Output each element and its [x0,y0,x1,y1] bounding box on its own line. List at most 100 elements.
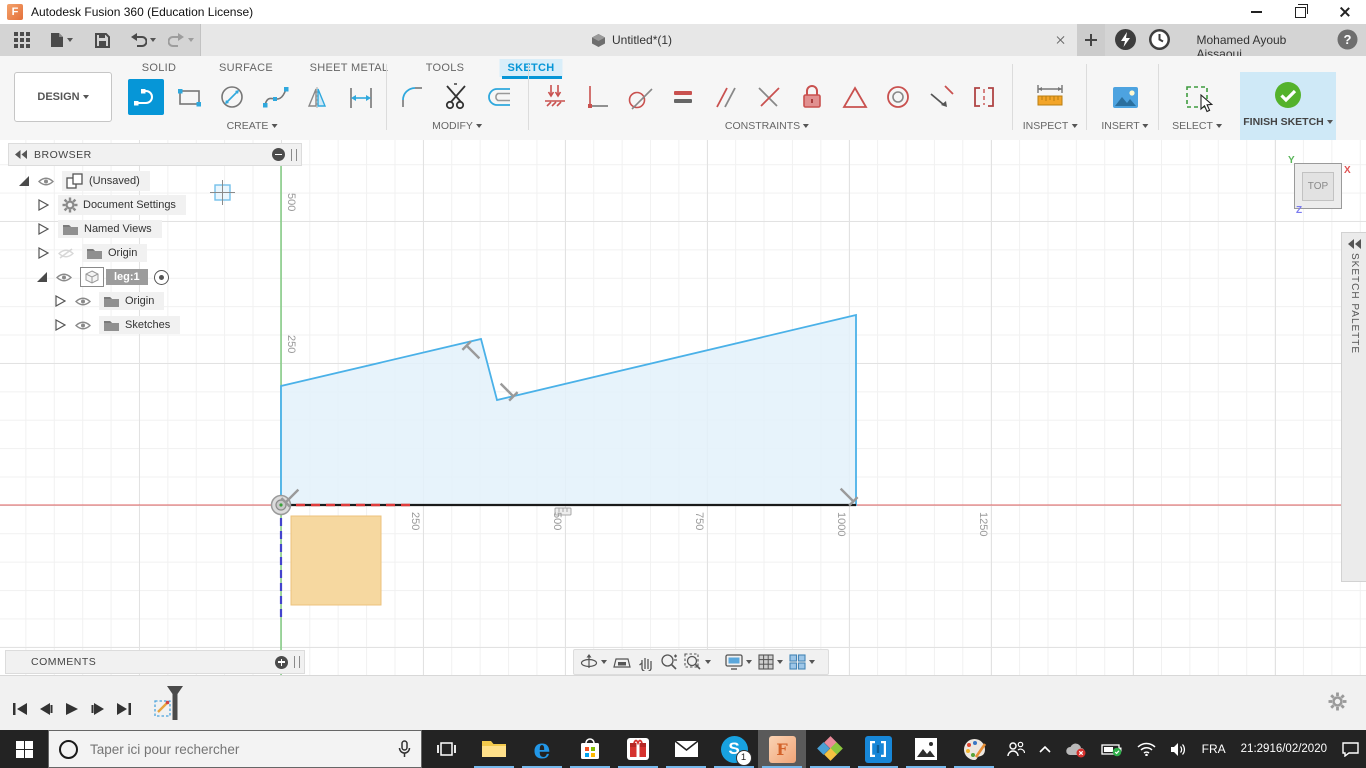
taskbar-mail[interactable] [662,730,710,768]
sketch-palette-strip[interactable]: SKETCH PALETTE [1341,232,1366,582]
group-create[interactable]: CREATE [227,120,278,132]
clock[interactable]: 21:29 16/02/2020 [1233,730,1335,768]
browser-row-origin[interactable]: Origin [38,242,148,264]
group-insert[interactable]: INSERT [1101,120,1149,132]
browser-item-label[interactable]: Origin [125,295,154,307]
finish-sketch-button[interactable]: FINISH SKETCH [1240,72,1336,140]
browser-row-leg1[interactable]: leg:1 [36,266,169,288]
sketch-canvas[interactable]: 250 500 750 1000 1250 500 250 [0,140,1366,675]
tab-solid[interactable]: SOLID [134,59,185,77]
extensions-button[interactable] [1114,28,1137,51]
viewcube-top-face[interactable]: TOP [1301,171,1335,201]
workspace-selector[interactable]: DESIGN [14,72,112,122]
eye-icon[interactable] [38,176,54,187]
browser-item-label[interactable]: (Unsaved) [89,175,140,187]
minimize-button[interactable] [1234,0,1278,24]
restore-button[interactable] [1278,0,1322,24]
constraint-curvature-button[interactable] [966,79,1002,115]
help-button[interactable]: ? [1337,29,1358,50]
constraint-collinear-button[interactable] [751,79,787,115]
group-select[interactable]: SELECT [1172,120,1222,132]
taskbar-store[interactable] [566,730,614,768]
orange-profile-square[interactable] [290,515,382,606]
eye-icon[interactable] [56,272,72,283]
taskbar-photos[interactable] [902,730,950,768]
taskbar-search[interactable] [48,730,422,768]
timeline-settings-gear-icon[interactable] [1328,692,1347,711]
expanded-arrow-icon[interactable] [36,271,48,283]
constraint-concentric-button[interactable] [880,79,916,115]
constraint-equal-button[interactable] [665,79,701,115]
browser-item-label[interactable]: Origin [108,247,137,259]
grid-snap-button[interactable] [756,654,785,670]
new-tab-button[interactable] [1077,24,1105,56]
browser-item-label[interactable]: Sketches [125,319,170,331]
collapsed-arrow-icon[interactable] [55,319,66,331]
spline-tool-button[interactable] [257,79,293,115]
rectangle-tool-button[interactable] [171,79,207,115]
constraint-horizontal-vertical-button[interactable] [537,79,573,115]
circle-tool-button[interactable] [214,79,250,115]
timeline-sketch-feature[interactable] [154,686,188,726]
browser-row-leg-origin[interactable]: Origin [55,290,165,312]
viewcube[interactable]: TOP [1294,163,1342,209]
group-constraints[interactable]: CONSTRAINTS [725,120,810,132]
collapsed-arrow-icon[interactable] [38,223,49,235]
language-indicator[interactable]: FRA [1195,730,1233,768]
save-button[interactable] [89,24,116,56]
taskbar-paint3d[interactable] [950,730,998,768]
tab-tools[interactable]: TOOLS [418,59,473,77]
document-tab-close-icon[interactable] [1055,35,1065,45]
browser-item-label-selected[interactable]: leg:1 [114,271,140,283]
insert-tool-button[interactable] [1107,79,1143,115]
search-input[interactable] [88,740,388,758]
action-center-button[interactable] [1335,730,1366,768]
browser-grip-icon[interactable] [291,148,297,161]
constraint-coincident-button[interactable] [579,79,615,115]
timeline-go-end-button[interactable] [112,697,136,721]
sketch-profile[interactable] [280,313,857,506]
redo-button[interactable] [162,24,200,56]
browser-row-named-views[interactable]: Named Views [38,218,162,240]
browser-row-document[interactable]: (Unsaved) [18,170,150,192]
browser-item-label[interactable]: Named Views [84,223,152,235]
timeline-go-start-button[interactable] [8,697,32,721]
volume-status[interactable] [1163,730,1195,768]
taskbar-fusion360-active[interactable]: F [758,730,806,768]
tray-expand-button[interactable] [1032,730,1058,768]
comments-bar[interactable]: COMMENTS [5,650,305,674]
comments-grip-icon[interactable] [294,656,300,668]
browser-collapse-all-button[interactable] [272,148,285,161]
activate-component-radio[interactable] [153,269,169,285]
constraint-symmetry-button[interactable] [923,79,959,115]
timeline-marker[interactable] [166,686,184,720]
tab-sketch[interactable]: SKETCH [499,59,563,77]
taskbar-skype[interactable]: S 1 [710,730,758,768]
taskbar-cad-app[interactable] [806,730,854,768]
taskbar-brackets-app[interactable] [854,730,902,768]
pan-button[interactable] [635,654,656,671]
constraint-fix-button[interactable] [794,79,830,115]
taskbar-gift-app[interactable] [614,730,662,768]
offset-tool-button[interactable] [481,79,517,115]
task-view-button[interactable] [422,730,470,768]
collapsed-arrow-icon[interactable] [38,247,49,259]
constraint-polygon-button[interactable] [837,79,873,115]
add-comment-button[interactable] [275,655,288,669]
tab-surface[interactable]: SURFACE [211,59,281,77]
start-button[interactable] [0,730,48,768]
browser-header[interactable]: BROWSER [8,143,302,166]
eye-icon[interactable] [75,320,91,331]
trim-tool-button[interactable] [438,79,474,115]
file-menu-button[interactable] [44,24,79,56]
line-tool-button[interactable] [128,79,164,115]
timeline-step-back-button[interactable] [34,697,58,721]
constraint-parallel-button[interactable] [708,79,744,115]
browser-row-document-settings[interactable]: Document Settings [38,194,186,216]
microphone-icon[interactable] [398,740,411,758]
people-button[interactable] [1000,730,1032,768]
dimension-tool-button[interactable] [343,79,379,115]
expanded-arrow-icon[interactable] [18,175,30,187]
display-settings-button[interactable] [723,654,754,670]
collapsed-arrow-icon[interactable] [38,199,49,211]
